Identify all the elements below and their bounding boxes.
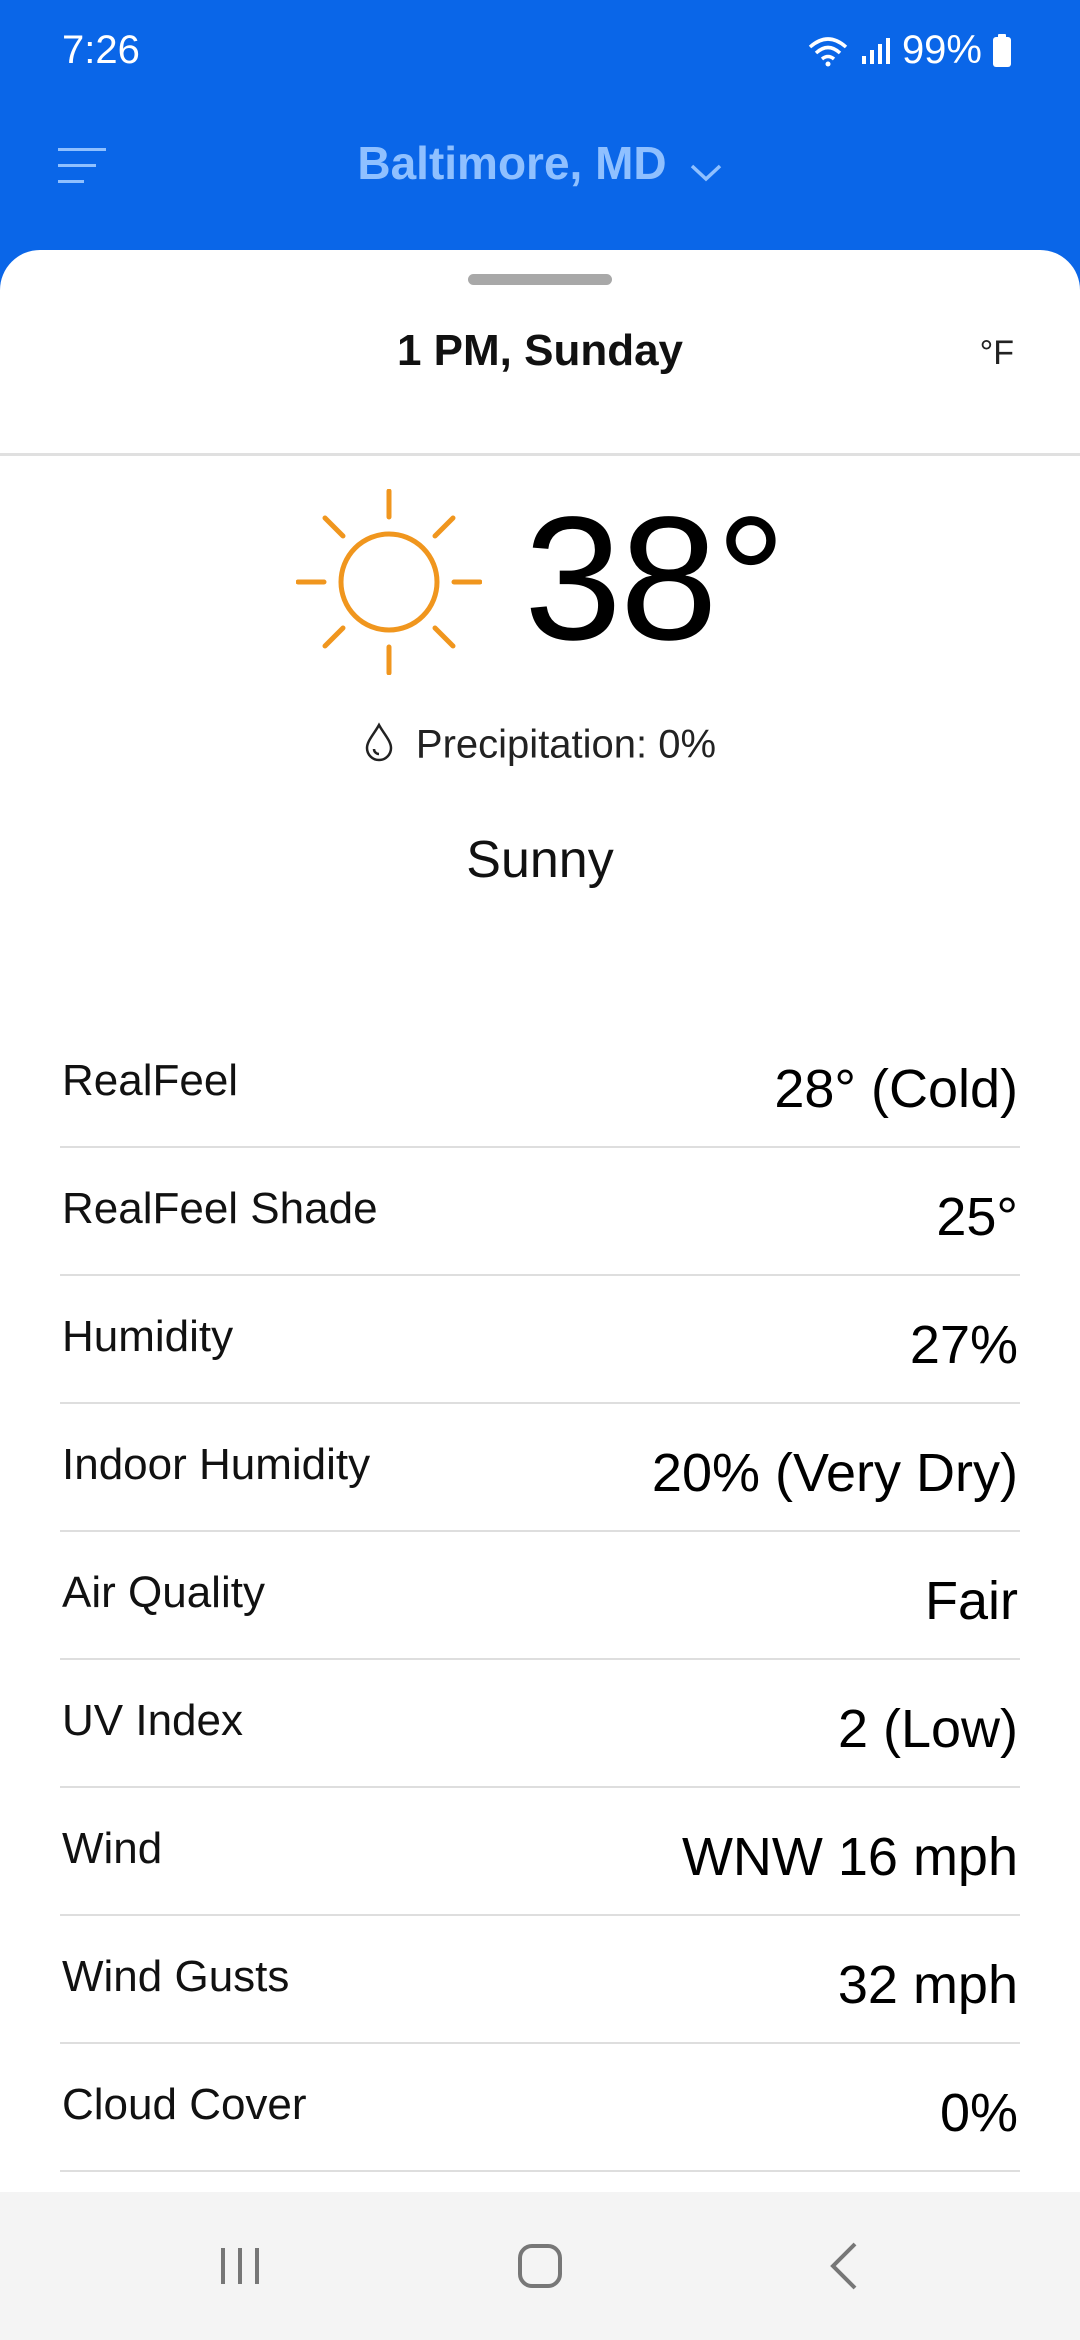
detail-row-air-quality: Air Quality Fair bbox=[60, 1532, 1020, 1660]
hour-title: 1 PM, Sunday bbox=[396, 326, 684, 375]
status-bar: 7:26 99% bbox=[0, 0, 1080, 100]
divider bbox=[0, 453, 1080, 456]
detail-label: Wind Gusts bbox=[62, 1952, 290, 2001]
weather-phrase: Sunny bbox=[466, 831, 614, 889]
detail-row-cloud-cover: Cloud Cover 0% bbox=[60, 2044, 1020, 2172]
detail-label: Indoor Humidity bbox=[62, 1440, 371, 1489]
detail-value: 2 (Low) bbox=[837, 1699, 1018, 1759]
detail-value: Fair bbox=[925, 1571, 1018, 1631]
location-selector[interactable]: Baltimore, MD bbox=[0, 136, 1080, 194]
detail-row-realfeel-shade: RealFeel Shade 25° bbox=[60, 1148, 1020, 1276]
detail-value: 0% bbox=[939, 2083, 1018, 2143]
back-icon[interactable] bbox=[815, 2236, 875, 2296]
detail-label: Cloud Cover bbox=[62, 2080, 307, 2129]
detail-row-wind-gusts: Wind Gusts 32 mph bbox=[60, 1916, 1020, 2044]
current-conditions: 38° bbox=[0, 481, 1080, 705]
status-time: 7:26 bbox=[62, 28, 140, 72]
detail-value: WNW 16 mph bbox=[681, 1827, 1018, 1887]
detail-label: Air Quality bbox=[62, 1568, 265, 1617]
detail-row-indoor-humidity: Indoor Humidity 20% (Very Dry) bbox=[60, 1404, 1020, 1532]
drag-handle[interactable] bbox=[468, 274, 612, 285]
status-icons: 99% bbox=[806, 28, 1012, 73]
details-list: RealFeel 28° (Cold) RealFeel Shade 25° H… bbox=[60, 1020, 1020, 2172]
sun-icon bbox=[295, 488, 483, 676]
unit-toggle[interactable]: °F bbox=[980, 334, 1014, 373]
detail-value: 25° bbox=[936, 1187, 1018, 1247]
detail-label: RealFeel Shade bbox=[62, 1184, 378, 1233]
detail-label: Humidity bbox=[62, 1312, 234, 1361]
detail-row-uv-index: UV Index 2 (Low) bbox=[60, 1660, 1020, 1788]
detail-label: RealFeel bbox=[62, 1056, 239, 1105]
hourly-detail-sheet: 1 PM, Sunday °F 38° Precipitation: 0% Su… bbox=[0, 250, 1080, 2190]
detail-row-wind: Wind WNW 16 mph bbox=[60, 1788, 1020, 1916]
precipitation: Precipitation: 0% bbox=[0, 722, 1080, 772]
detail-value: 20% (Very Dry) bbox=[651, 1443, 1018, 1503]
home-icon[interactable] bbox=[510, 2236, 570, 2296]
chevron-down-icon bbox=[689, 140, 723, 194]
recent-apps-icon[interactable] bbox=[210, 2236, 270, 2296]
battery-percent: 99% bbox=[901, 28, 982, 72]
system-nav-bar bbox=[0, 2192, 1080, 2340]
detail-label: UV Index bbox=[62, 1696, 243, 1745]
detail-value: 28° (Cold) bbox=[774, 1059, 1018, 1119]
app-bar: Baltimore, MD bbox=[0, 110, 1080, 220]
wifi-icon bbox=[806, 35, 850, 67]
precipitation-text: Precipitation: 0% bbox=[415, 722, 717, 767]
battery-icon bbox=[992, 33, 1012, 68]
detail-row-realfeel: RealFeel 28° (Cold) bbox=[60, 1020, 1020, 1148]
temperature: 38° bbox=[524, 481, 786, 677]
detail-label: Wind bbox=[62, 1824, 163, 1873]
signal-icon bbox=[860, 36, 892, 66]
detail-row-humidity: Humidity 27% bbox=[60, 1276, 1020, 1404]
detail-value: 27% bbox=[909, 1315, 1018, 1375]
detail-value: 32 mph bbox=[837, 1955, 1018, 2015]
location-name: Baltimore, MD bbox=[357, 137, 667, 189]
raindrop-icon bbox=[364, 722, 394, 772]
